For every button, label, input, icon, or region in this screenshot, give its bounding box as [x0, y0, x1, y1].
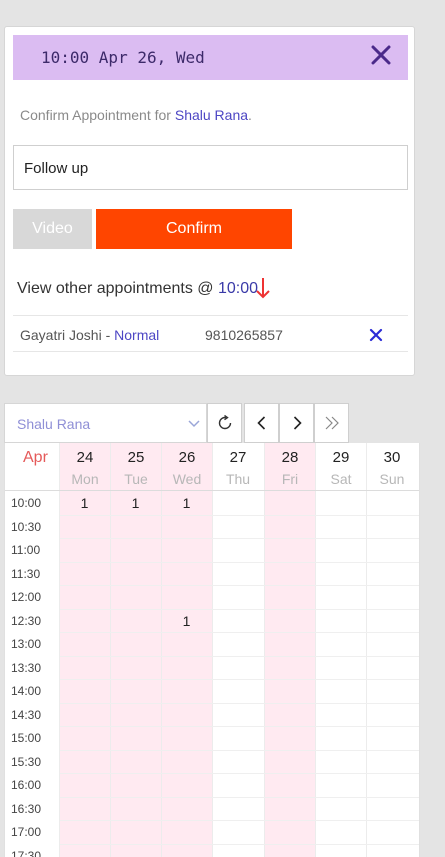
- chevron-right-icon: [293, 416, 302, 430]
- time-row-line: [60, 726, 419, 727]
- divider: [13, 315, 408, 316]
- confirm-button[interactable]: Confirm: [96, 209, 292, 249]
- slot-appointment-count[interactable]: 1: [161, 613, 212, 629]
- next-week-button[interactable]: [279, 403, 314, 443]
- doctor-select[interactable]: Shalu Rana: [4, 403, 207, 443]
- time-label: 10:30: [11, 519, 42, 534]
- divider: [13, 351, 408, 352]
- time-label: 12:30: [11, 613, 42, 628]
- time-label: 15:00: [11, 731, 42, 745]
- time-label: 14:00: [11, 684, 42, 698]
- slot-appointment-count[interactable]: 1: [161, 495, 212, 511]
- time-label: 11:00: [11, 543, 41, 557]
- day-column-sat[interactable]: 29 Sat: [315, 443, 366, 857]
- time-label: 17:30: [11, 848, 42, 857]
- other-appointment-row: Gayatri Joshi - Normal: [20, 327, 160, 343]
- time-row-line: [60, 796, 419, 798]
- other-appointments-heading: View other appointments @ 10:00: [17, 280, 258, 297]
- remove-icon[interactable]: [368, 327, 384, 343]
- double-chevron-right-icon: [325, 416, 339, 430]
- time-row-line: [60, 632, 419, 633]
- time-row-line: [60, 561, 419, 563]
- time-row-line: [60, 514, 419, 516]
- time-label: 16:00: [11, 778, 42, 792]
- jump-forward-button[interactable]: [314, 403, 349, 443]
- time-label: 13:00: [11, 637, 42, 651]
- appointment-header: 10:00 Apr 26, Wed: [13, 35, 408, 80]
- time-label: 17:00: [11, 825, 42, 839]
- time-row-line: [60, 585, 419, 586]
- time-label: 11:30: [11, 566, 41, 581]
- time-row-line: [60, 749, 419, 751]
- arrow-down-icon[interactable]: [255, 275, 271, 301]
- patient-name-link[interactable]: Shalu Rana: [175, 107, 248, 123]
- time-label: 12:00: [11, 590, 42, 604]
- other-appointment-phone: 9810265857: [205, 327, 283, 343]
- month-label: Apr: [23, 449, 48, 466]
- time-label: 15:30: [11, 754, 42, 769]
- confirm-text: Confirm Appointment for Shalu Rana.: [20, 107, 252, 123]
- refresh-icon: [218, 414, 232, 430]
- time-row-line: [60, 538, 419, 539]
- other-appointment-type: Normal: [114, 327, 160, 343]
- reason-field[interactable]: Follow up: [13, 145, 408, 190]
- time-row-line: [60, 608, 419, 610]
- prev-week-button[interactable]: [244, 403, 279, 443]
- time-row-line: [60, 655, 419, 657]
- week-calendar: Apr 24 Mon 25 Tue 26 Wed 27 Thu 28 Fri 2…: [4, 443, 420, 857]
- time-row-line: [60, 702, 419, 704]
- other-appointments-time: 10:00: [217, 280, 258, 297]
- time-label: 13:30: [11, 660, 42, 675]
- time-row-line: [60, 773, 419, 774]
- slot-appointment-count[interactable]: 1: [59, 495, 110, 511]
- time-label: 16:30: [11, 801, 42, 816]
- refresh-button[interactable]: [207, 403, 242, 443]
- slot-appointment-count[interactable]: 1: [110, 495, 161, 511]
- day-column-fri[interactable]: 28 Fri: [264, 443, 315, 857]
- header-divider: [5, 490, 419, 491]
- doctor-select-value: Shalu Rana: [17, 416, 91, 432]
- appointment-title: 10:00 Apr 26, Wed: [41, 48, 205, 67]
- time-label: 10:00: [11, 496, 42, 510]
- day-column-sun[interactable]: 30 Sun: [366, 443, 417, 857]
- video-button[interactable]: Video: [13, 209, 92, 249]
- time-label: 14:30: [11, 707, 42, 722]
- time-row-line: [60, 843, 419, 845]
- day-column-thu[interactable]: 27 Thu: [212, 443, 263, 857]
- other-appointment-name[interactable]: Gayatri Joshi: [20, 327, 102, 343]
- time-row-line: [60, 679, 419, 680]
- appointment-card: 10:00 Apr 26, Wed Confirm Appointment fo…: [4, 26, 415, 376]
- reason-value: Follow up: [24, 160, 89, 177]
- close-icon[interactable]: [368, 42, 394, 68]
- chevron-down-icon: [188, 420, 200, 428]
- chevron-left-icon: [257, 416, 266, 430]
- time-row-line: [60, 820, 419, 821]
